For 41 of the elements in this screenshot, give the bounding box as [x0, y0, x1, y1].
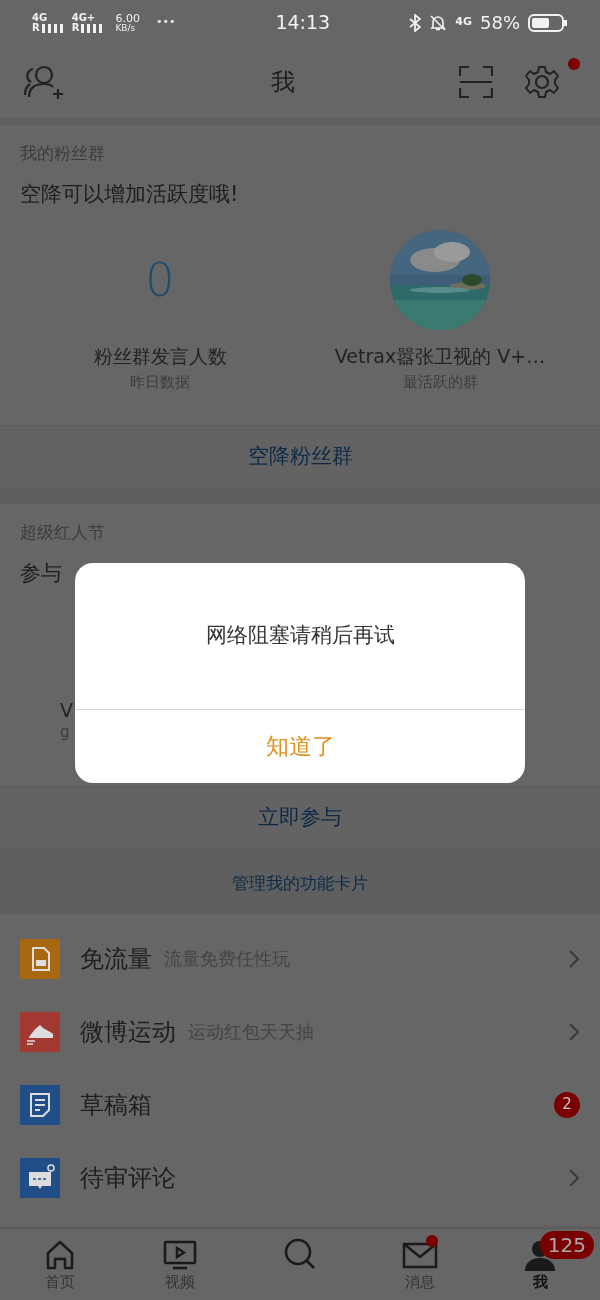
settings-icon [524, 63, 560, 100]
chevron-icon [568, 1167, 580, 1188]
feature-title: 免流量 [80, 943, 152, 975]
chevron-icon [568, 1021, 580, 1042]
airdrop-fan-group-button[interactable]: 空降粉丝群 [0, 425, 600, 487]
roaming-label: R [71, 22, 80, 33]
chevron-icon [568, 948, 580, 969]
feature-title: 待审评论 [80, 1162, 176, 1194]
bell-muted-icon [429, 13, 448, 32]
stat-label: 粉丝群发言人数 [93, 344, 227, 369]
battery-icon [528, 13, 568, 32]
signal-icon [41, 22, 64, 33]
count-badge: 2 [554, 1091, 580, 1118]
battery-percent: 58% [480, 11, 520, 35]
stat-value: 0 [145, 251, 175, 309]
scan-icon [459, 65, 493, 98]
manage-cards-link[interactable]: 管理我的功能卡片 [0, 854, 600, 914]
network-label: 4G [32, 12, 49, 23]
page-title: 我 [271, 66, 295, 98]
signal-icon [81, 22, 104, 33]
feature-title: 微博运动 [80, 1016, 176, 1048]
section-tip: 参与 [20, 559, 63, 587]
speed-value: 6.00 [115, 12, 140, 24]
feature-title: 草稿箱 [80, 1089, 152, 1121]
stat-label: Vetrax嚣张卫视的 V+… [334, 344, 546, 369]
section-tip: 空降可以增加活跃度哦! [20, 180, 240, 208]
feature-row[interactable]: 待审评论 [0, 1141, 600, 1214]
count-badge: 125 [539, 1231, 594, 1259]
network-label: 4G+ [71, 12, 97, 23]
card-title-fragment: V [60, 699, 74, 723]
speed-unit: KB/s [115, 23, 137, 33]
clock: 14:13 [275, 10, 331, 36]
network-label: 4G [455, 14, 472, 31]
roaming-label: R [32, 22, 40, 33]
feature-row[interactable]: 草稿箱 2 [0, 1068, 600, 1141]
tab[interactable]: 我 125 [480, 1229, 600, 1300]
dialog-message: 网络阻塞请稍后再试 [204, 622, 396, 650]
ok-button[interactable]: 知道了 [75, 709, 525, 783]
bluetooth-icon [409, 13, 422, 32]
join-now-button[interactable]: 立即参与 [0, 786, 600, 848]
more-indicator: ••• [155, 14, 176, 31]
